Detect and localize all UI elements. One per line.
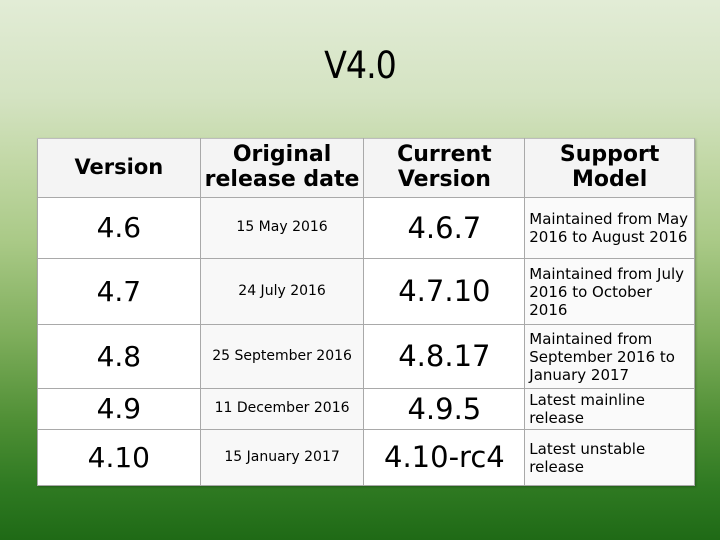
current-version-cell: 4.6.7 <box>363 197 526 259</box>
release-date-cell: 11 December 2016 <box>199 388 365 430</box>
header-release-date: Original release date <box>199 138 365 198</box>
header-support-model: Support Model <box>524 138 695 198</box>
version-cell: 4.7 <box>37 258 201 325</box>
release-date-cell: 24 July 2016 <box>199 258 365 325</box>
version-table: Version Original release date Current Ve… <box>37 138 695 486</box>
support-model-cell: Latest mainline release <box>524 388 695 430</box>
table-row: 4.7 24 July 2016 4.7.10 Maintained from … <box>37 258 695 325</box>
version-cell: 4.8 <box>37 324 201 389</box>
table-row: 4.9 11 December 2016 4.9.5 Latest mainli… <box>37 388 695 430</box>
support-model-cell: Maintained from May 2016 to August 2016 <box>524 197 695 259</box>
support-model-cell: Maintained from July 2016 to October 201… <box>524 258 695 325</box>
release-date-cell: 15 May 2016 <box>199 197 365 259</box>
current-version-cell: 4.7.10 <box>363 258 526 325</box>
header-current-version: Current Version <box>363 138 526 198</box>
version-cell: 4.6 <box>37 197 201 259</box>
release-date-cell: 15 January 2017 <box>199 429 365 486</box>
current-version-cell: 4.9.5 <box>363 388 526 430</box>
support-model-cell: Latest unstable release <box>524 429 695 486</box>
version-cell: 4.9 <box>37 388 201 430</box>
release-date-cell: 25 September 2016 <box>199 324 365 389</box>
current-version-cell: 4.8.17 <box>363 324 526 389</box>
table-row: 4.8 25 September 2016 4.8.17 Maintained … <box>37 324 695 389</box>
support-model-cell: Maintained from September 2016 to Januar… <box>524 324 695 389</box>
version-cell: 4.10 <box>37 429 201 486</box>
current-version-cell: 4.10-rc4 <box>363 429 526 486</box>
slide-title: V4.0 <box>324 44 397 87</box>
table-row: 4.10 15 January 2017 4.10-rc4 Latest uns… <box>37 429 695 486</box>
header-row: Version Original release date Current Ve… <box>37 138 695 198</box>
table-row: 4.6 15 May 2016 4.6.7 Maintained from Ma… <box>37 197 695 259</box>
header-version: Version <box>37 138 201 198</box>
